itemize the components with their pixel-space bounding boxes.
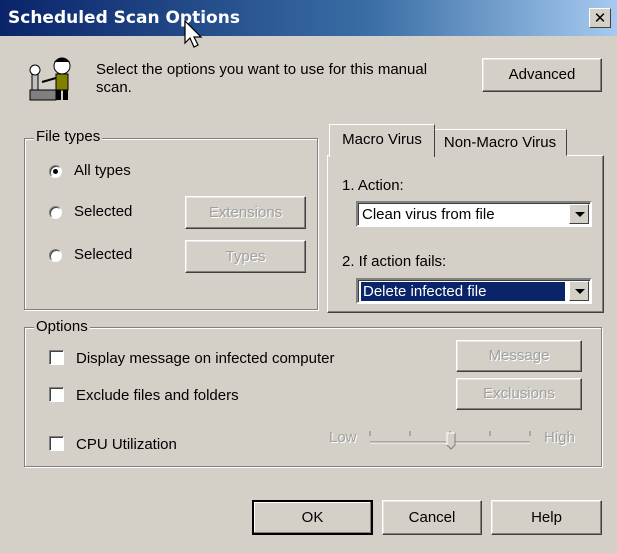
tab-non-macro-virus[interactable]: Non-Macro Virus: [433, 129, 567, 156]
mouse-cursor-icon: [184, 19, 206, 54]
radio-selected-extensions[interactable]: [49, 206, 62, 219]
close-button[interactable]: ✕: [589, 8, 611, 28]
exclude-files-label: Exclude files and folders: [76, 387, 239, 404]
extensions-button[interactable]: Extensions: [185, 196, 306, 229]
cpu-utilization-checkbox[interactable]: [49, 436, 64, 451]
display-message-label: Display message on infected computer: [76, 350, 335, 367]
chevron-down-icon[interactable]: [569, 204, 589, 224]
header-description: Select the options you want to use for t…: [96, 61, 428, 96]
action-combobox[interactable]: Clean virus from file: [356, 201, 592, 227]
action-value: Clean virus from file: [362, 206, 495, 223]
types-button[interactable]: Types: [185, 240, 306, 273]
exclusions-button[interactable]: Exclusions: [456, 378, 582, 410]
radio-selected-types[interactable]: [49, 249, 62, 262]
scanner-man-icon: [22, 52, 78, 108]
action-label: 1. Action:: [342, 177, 404, 194]
advanced-button[interactable]: Advanced: [482, 58, 602, 92]
slider-low-label: Low: [329, 429, 357, 446]
display-message-checkbox[interactable]: [49, 350, 64, 365]
if-action-fails-label: 2. If action fails:: [342, 253, 447, 270]
slider-thumb[interactable]: [446, 432, 456, 450]
tab-macro-virus[interactable]: Macro Virus: [329, 124, 435, 157]
options-legend: Options: [34, 318, 90, 335]
if-action-fails-combobox[interactable]: Delete infected file: [356, 278, 592, 304]
file-types-legend: File types: [34, 128, 103, 145]
radio-dot: [53, 169, 58, 174]
radio-selected-extensions-label: Selected: [74, 203, 133, 220]
if-action-fails-value: Delete infected file: [361, 282, 565, 301]
cpu-utilization-label: CPU Utilization: [76, 436, 177, 453]
exclude-files-checkbox[interactable]: [49, 387, 64, 402]
radio-all-types[interactable]: [49, 165, 62, 178]
cpu-utilization-slider[interactable]: [368, 426, 532, 452]
radio-all-types-label: All types: [74, 162, 131, 179]
cancel-button[interactable]: Cancel: [382, 500, 482, 535]
slider-high-label: High: [544, 429, 575, 446]
message-button[interactable]: Message: [456, 340, 582, 372]
ok-button[interactable]: OK: [252, 500, 373, 535]
help-button[interactable]: Help: [491, 500, 602, 535]
chevron-down-icon[interactable]: [569, 281, 589, 301]
radio-selected-types-label: Selected: [74, 246, 133, 263]
